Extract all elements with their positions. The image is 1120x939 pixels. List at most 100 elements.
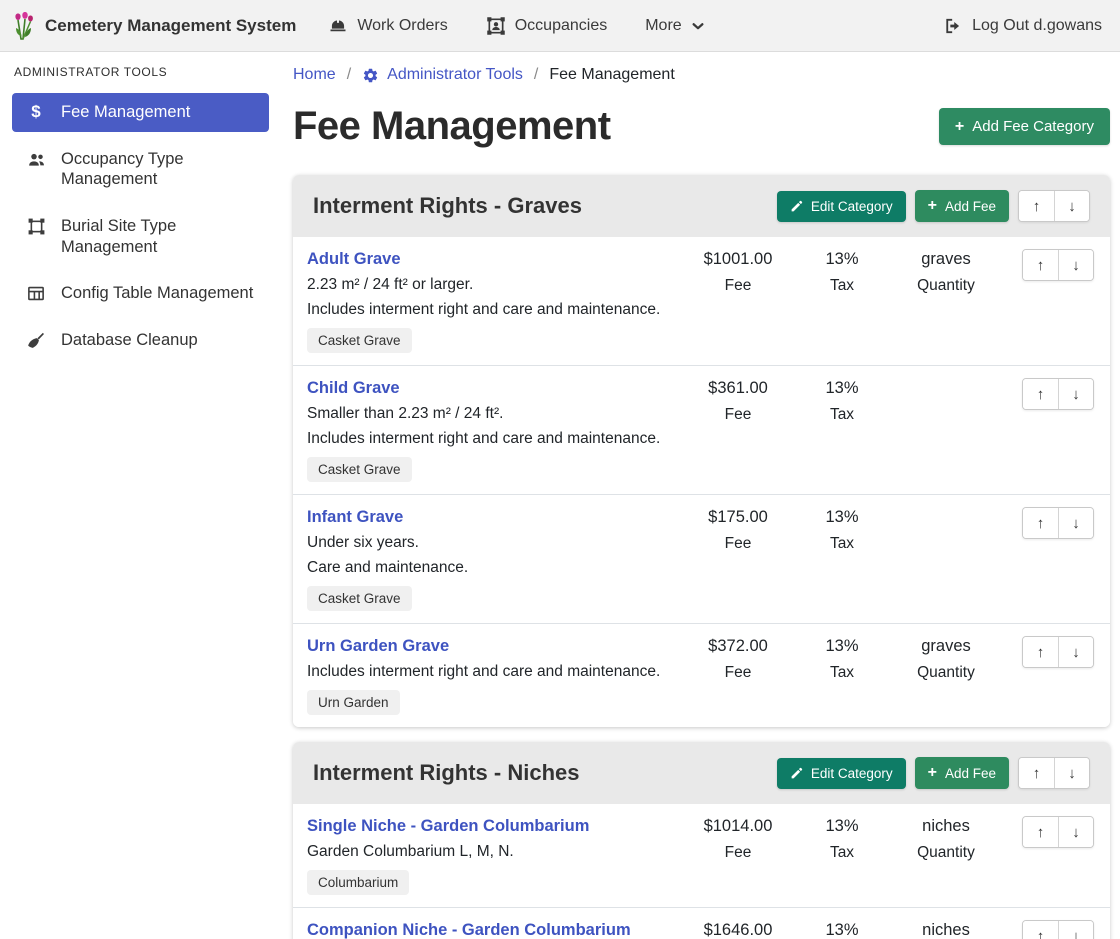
fee-amount: $372.00 — [686, 637, 790, 656]
move-fee-up-button[interactable]: ↑ — [1023, 379, 1058, 409]
sidebar-item-config-table-management[interactable]: Config Table Management — [12, 274, 269, 313]
fee-name-link[interactable]: Adult Grave — [307, 250, 401, 269]
move-fee-up-button[interactable]: ↑ — [1023, 921, 1058, 939]
fee-row: Urn Garden Grave Includes interment righ… — [293, 624, 1110, 727]
edit-category-label: Edit Category — [811, 766, 893, 781]
sidebar-items: $ Fee Management Occupancy Type Manageme… — [14, 93, 269, 360]
fee-description: 2.23 m² / 24 ft² or larger. — [307, 276, 686, 294]
tulip-logo-icon — [12, 12, 36, 40]
sidebar-item-burial-site-type-management[interactable]: Burial Site Type Management — [12, 207, 269, 266]
edit-category-button[interactable]: Edit Category — [777, 758, 906, 789]
fee-type-badge: Casket Grave — [307, 457, 412, 482]
add-fee-button[interactable]: + Add Fee — [915, 757, 1009, 789]
category-title: Interment Rights - Graves — [313, 193, 582, 219]
move-fee-down-button[interactable]: ↓ — [1058, 508, 1093, 538]
fee-reorder-group: ↑ ↓ — [1022, 816, 1094, 848]
edit-category-button[interactable]: Edit Category — [777, 191, 906, 222]
fee-reorder-group: ↑ ↓ — [1022, 249, 1094, 281]
move-fee-down-button[interactable]: ↓ — [1058, 921, 1093, 939]
fee-quantity-label: Quantity — [894, 664, 998, 682]
fee-type-badge: Urn Garden — [307, 690, 400, 715]
app-brand[interactable]: Cemetery Management System — [12, 12, 296, 40]
fee-name-link[interactable]: Single Niche - Garden Columbarium — [307, 817, 589, 836]
categories: Interment Rights - Graves Edit Category … — [293, 175, 1110, 939]
fee-description: Includes interment right and care and ma… — [307, 663, 686, 681]
move-fee-down-button[interactable]: ↓ — [1058, 250, 1093, 280]
sidebar-item-label: Occupancy Type Management — [61, 149, 257, 190]
category-header: Interment Rights - Graves Edit Category … — [293, 175, 1110, 237]
fee-quantity-label: Quantity — [894, 844, 998, 862]
fee-tax: 13% — [790, 250, 894, 269]
move-category-up-button[interactable]: ↑ — [1019, 758, 1054, 788]
move-fee-down-button[interactable]: ↓ — [1058, 817, 1093, 847]
fee-name-link[interactable]: Infant Grave — [307, 508, 403, 527]
move-fee-up-button[interactable]: ↑ — [1023, 817, 1058, 847]
fee-name-link[interactable]: Companion Niche - Garden Columbarium — [307, 921, 631, 939]
breadcrumb-separator: / — [347, 66, 351, 84]
fee-reorder-group: ↑ ↓ — [1022, 920, 1094, 939]
fee-amount-label: Fee — [686, 406, 790, 424]
fee-row: Infant Grave Under six years. Care and ma… — [293, 495, 1110, 624]
fee-description: Includes interment right and care and ma… — [307, 301, 686, 319]
fee-amount: $1646.00 — [686, 921, 790, 939]
fee-tax: 13% — [790, 817, 894, 836]
nav-work-orders[interactable]: Work Orders — [328, 16, 447, 36]
pencil-icon — [790, 767, 803, 780]
fee-quantity: graves — [894, 250, 998, 269]
move-fee-down-button[interactable]: ↓ — [1058, 379, 1093, 409]
edit-category-label: Edit Category — [811, 199, 893, 214]
move-category-down-button[interactable]: ↓ — [1054, 758, 1089, 788]
fee-name-link[interactable]: Child Grave — [307, 379, 400, 398]
sidebar-item-database-cleanup[interactable]: Database Cleanup — [12, 321, 269, 360]
nav-more-label: More — [645, 17, 681, 35]
move-category-down-button[interactable]: ↓ — [1054, 191, 1089, 221]
fee-name-link[interactable]: Urn Garden Grave — [307, 637, 449, 656]
fee-description: Garden Columbarium L, M, N. — [307, 843, 686, 861]
plus-icon: + — [955, 119, 964, 135]
hard-hat-icon — [328, 16, 348, 36]
fee-amount: $1014.00 — [686, 817, 790, 836]
pencil-icon — [790, 200, 803, 213]
sidebar-item-fee-management[interactable]: $ Fee Management — [12, 93, 269, 132]
app-title: Cemetery Management System — [45, 16, 296, 36]
move-fee-down-button[interactable]: ↓ — [1058, 637, 1093, 667]
fee-row: Companion Niche - Garden Columbarium Gar… — [293, 908, 1110, 939]
fee-amount-label: Fee — [686, 664, 790, 682]
category-reorder-group: ↑ ↓ — [1018, 190, 1090, 222]
breadcrumb-home-link[interactable]: Home — [293, 66, 336, 84]
fee-tax: 13% — [790, 637, 894, 656]
sidebar-item-label: Fee Management — [61, 102, 190, 123]
occupancy-frame-icon — [486, 16, 506, 36]
fee-description: Under six years. — [307, 534, 686, 552]
logout-label: Log Out d.gowans — [972, 17, 1102, 35]
add-fee-category-button[interactable]: + Add Fee Category — [939, 108, 1110, 145]
breadcrumb-separator: / — [534, 66, 538, 84]
category-reorder-group: ↑ ↓ — [1018, 757, 1090, 789]
fee-quantity: niches — [894, 921, 998, 939]
fee-amount-label: Fee — [686, 844, 790, 862]
add-fee-label: Add Fee — [945, 766, 996, 781]
move-fee-up-button[interactable]: ↑ — [1023, 508, 1058, 538]
table-icon — [24, 284, 48, 303]
move-category-up-button[interactable]: ↑ — [1019, 191, 1054, 221]
nav-more[interactable]: More — [645, 17, 704, 35]
nav-occupancies[interactable]: Occupancies — [486, 16, 608, 36]
breadcrumb-admin-tools-link[interactable]: Administrator Tools — [362, 66, 523, 84]
fee-description: Care and maintenance. — [307, 559, 686, 577]
fee-description: Smaller than 2.23 m² / 24 ft². — [307, 405, 686, 423]
category-header: Interment Rights - Niches Edit Category … — [293, 742, 1110, 804]
move-fee-up-button[interactable]: ↑ — [1023, 637, 1058, 667]
move-fee-up-button[interactable]: ↑ — [1023, 250, 1058, 280]
fee-tax-label: Tax — [790, 535, 894, 553]
logout-button[interactable]: Log Out d.gowans — [943, 16, 1102, 36]
fee-amount-label: Fee — [686, 535, 790, 553]
dollar-icon: $ — [24, 103, 48, 120]
fee-tax-label: Tax — [790, 664, 894, 682]
fee-amount: $361.00 — [686, 379, 790, 398]
sidebar-item-occupancy-type-management[interactable]: Occupancy Type Management — [12, 140, 269, 199]
nav-work-orders-label: Work Orders — [357, 17, 447, 35]
logout-icon — [943, 16, 963, 36]
add-fee-button[interactable]: + Add Fee — [915, 190, 1009, 222]
fee-tax: 13% — [790, 921, 894, 939]
sidebar-item-label: Database Cleanup — [61, 330, 198, 351]
